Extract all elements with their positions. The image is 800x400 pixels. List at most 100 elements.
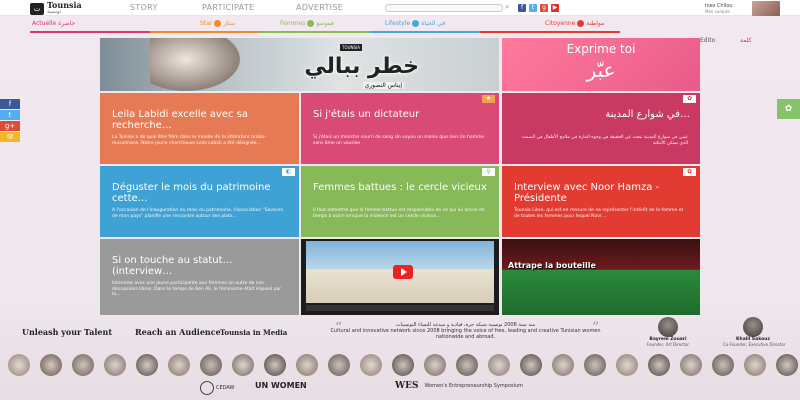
facebook-icon[interactable]: f	[518, 4, 526, 12]
article-tile[interactable]: Leila Labidi excelle avec sa recherche… …	[100, 93, 299, 164]
member-avatar[interactable]	[104, 354, 126, 376]
flower-icon: ✿	[784, 104, 793, 114]
logo-icon: ت	[30, 3, 44, 15]
member-avatar[interactable]	[488, 354, 510, 376]
partner-audience[interactable]: Reach an Audience	[135, 321, 221, 343]
members-avatar-row	[8, 354, 798, 376]
member-avatar[interactable]	[264, 354, 286, 376]
article-excerpt: Interview avec une jeune participante au…	[112, 281, 282, 298]
article-tile[interactable]: ♀ Femmes battues : le cercle vicieux Il …	[301, 166, 499, 237]
member-avatar[interactable]	[8, 354, 30, 376]
site-logo[interactable]: ت Tounsia تونسية	[30, 1, 82, 16]
nav-participate[interactable]: PARTICIPATE	[202, 3, 254, 12]
member-avatar[interactable]	[648, 354, 670, 376]
share-right-button[interactable]: ✿	[777, 99, 800, 119]
partner-talent[interactable]: Unleash your Talent	[22, 321, 112, 343]
member-avatar[interactable]	[552, 354, 574, 376]
flower-badge-icon: ✿	[683, 95, 696, 103]
video-controls[interactable]	[306, 305, 494, 311]
member-avatar[interactable]	[616, 354, 638, 376]
article-tile[interactable]: ✿ في شوارع المدينة… عيني في شوارع المدين…	[502, 93, 700, 164]
top-social-icons: f t g ▶	[518, 4, 559, 12]
member-avatar[interactable]	[40, 354, 62, 376]
hero-subtitle: إيناس النصوري	[362, 82, 404, 89]
member-avatar[interactable]	[136, 354, 158, 376]
article-tile[interactable]: ★ Si j'étais un dictateur Si j'étais un …	[301, 93, 499, 164]
quote-close-icon: ”	[592, 320, 600, 336]
twitter-icon: t	[8, 111, 12, 119]
exprime-title-ar: عبّر	[586, 58, 616, 82]
nav-advertise[interactable]: ADVERTISE	[296, 3, 343, 12]
member-avatar[interactable]	[680, 354, 702, 376]
member-avatar[interactable]	[456, 354, 478, 376]
member-avatar[interactable]	[520, 354, 542, 376]
member-avatar[interactable]	[168, 354, 190, 376]
user-account-link[interactable]: Mon compte	[705, 9, 730, 14]
founder-role: Co-Founder, Executive Director	[723, 342, 786, 347]
sponsor-unwomen[interactable]: UN WOMEN	[255, 381, 307, 390]
search-icon[interactable]: ⌕	[505, 2, 509, 12]
partner-media[interactable]: Tounsia in Media	[220, 321, 287, 343]
founder-card[interactable]: Bayrem Zouari Founder, Art Director	[638, 317, 698, 347]
article-tile[interactable]: ✿ Interview avec Noor Hamza - Présidente…	[502, 166, 700, 237]
article-grid: TOUNSIA خطر ببالي إيناس النصوري Exprime …	[100, 38, 700, 315]
femmes-badge-icon: ♀	[482, 168, 495, 176]
member-avatar[interactable]	[360, 354, 382, 376]
founder-photo	[743, 317, 763, 337]
game-title: Attrape la bouteille	[508, 261, 596, 270]
article-excerpt: Il faut admettre que la femme battue est…	[313, 208, 485, 219]
exprime-toi-banner[interactable]: Exprime toi عبّر	[502, 38, 700, 91]
email-icon: ✉	[7, 133, 13, 141]
edito-ar-link[interactable]: كلمة	[740, 37, 752, 44]
article-tile[interactable]: ◐ Déguster le mois du patrimoine cette… …	[100, 166, 299, 237]
share-facebook[interactable]: f	[0, 99, 20, 109]
play-icon[interactable]	[393, 265, 413, 279]
avatar[interactable]	[752, 1, 780, 16]
member-avatar[interactable]	[584, 354, 606, 376]
category-star[interactable]: Star ستار	[200, 20, 235, 27]
member-avatar[interactable]	[712, 354, 734, 376]
top-bar: ت Tounsia تونسية STORY PARTICIPATE ADVER…	[0, 0, 800, 16]
video-tile[interactable]	[301, 239, 499, 315]
hero-title: خطر ببالي	[304, 54, 419, 79]
nav-story[interactable]: STORY	[130, 3, 158, 12]
sponsor-wes[interactable]: WES Women's Entrepreneurship Symposium	[395, 381, 523, 391]
member-avatar[interactable]	[296, 354, 318, 376]
facebook-icon: f	[8, 100, 12, 108]
edito-link[interactable]: Edito	[700, 37, 715, 44]
member-avatar[interactable]	[424, 354, 446, 376]
member-avatar[interactable]	[744, 354, 766, 376]
category-actuelle[interactable]: Actuelle حاضرة	[32, 20, 75, 27]
member-avatar[interactable]	[232, 354, 254, 376]
founder-photo	[658, 317, 678, 337]
category-femmes[interactable]: Femmes فموسو	[280, 20, 334, 27]
game-tile[interactable]: Attrape la bouteille	[502, 239, 700, 315]
hero-banner[interactable]: TOUNSIA خطر ببالي إيناس النصوري	[100, 38, 499, 91]
article-title: Si on touche au statut… (interview…	[112, 255, 233, 277]
star-badge-icon: ★	[482, 95, 495, 103]
share-twitter[interactable]: t	[0, 110, 20, 120]
share-email[interactable]: ✉	[0, 132, 20, 142]
citoyenne-icon	[577, 20, 585, 27]
category-citoyenne[interactable]: Citoyenne مواطنة	[545, 20, 604, 27]
article-excerpt: عيني في شوارع المدينة تبحث عن الحقيقة في…	[521, 135, 688, 146]
femmes-icon	[307, 20, 315, 27]
member-avatar[interactable]	[328, 354, 350, 376]
article-tile[interactable]: Si on touche au statut… (interview… Inte…	[100, 239, 299, 315]
lifestyle-icon	[412, 20, 420, 27]
twitter-icon[interactable]: t	[529, 4, 537, 12]
share-googleplus[interactable]: g+	[0, 121, 20, 131]
category-lifestyle[interactable]: Lifestyle في الحياة	[385, 20, 445, 27]
member-avatar[interactable]	[776, 354, 798, 376]
member-avatar[interactable]	[392, 354, 414, 376]
member-avatar[interactable]	[72, 354, 94, 376]
member-avatar[interactable]	[200, 354, 222, 376]
youtube-icon[interactable]: ▶	[551, 4, 559, 12]
logo-ar-text: تونسية	[47, 9, 62, 15]
googleplus-icon[interactable]: g	[540, 4, 548, 12]
founder-card[interactable]: Khalil Sakouz Co-Founder, Executive Dire…	[723, 317, 786, 347]
sponsor-cedaw[interactable]: CEDAW	[200, 381, 235, 395]
citoyenne-badge-icon: ✿	[683, 168, 696, 176]
search-input[interactable]	[385, 4, 503, 12]
article-title: Leila Labidi excelle avec sa recherche…	[112, 109, 249, 131]
